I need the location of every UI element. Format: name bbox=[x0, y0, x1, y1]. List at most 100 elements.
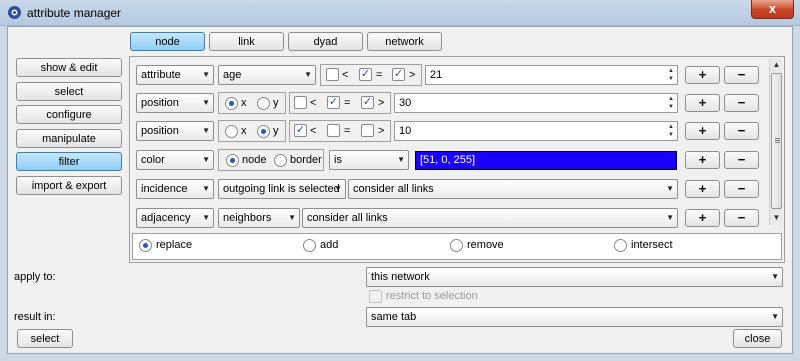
chevron-down-icon: ▼ bbox=[202, 98, 210, 107]
row1-value-input[interactable]: 21 ▲ ▼ bbox=[425, 65, 678, 85]
row3-gt-checkbox[interactable] bbox=[361, 124, 374, 137]
grip-icon bbox=[775, 138, 780, 139]
mode-replace-radio[interactable] bbox=[139, 239, 152, 252]
scrollbar-thumb[interactable] bbox=[771, 73, 782, 209]
row4-border-radio[interactable] bbox=[274, 154, 287, 167]
row6-scope-dropdown[interactable]: consider all links ▼ bbox=[302, 208, 678, 228]
row2-type-label: position bbox=[141, 97, 179, 109]
row4-color-text: [51, 0, 255] bbox=[420, 154, 476, 166]
row2-value-text: 30 bbox=[399, 97, 412, 109]
row3-remove-button[interactable]: − bbox=[724, 122, 759, 140]
chevron-down-icon: ▼ bbox=[202, 126, 210, 135]
sidebar-manipulate[interactable]: manipulate bbox=[16, 129, 122, 148]
row6-type-dropdown[interactable]: adjacency ▼ bbox=[136, 208, 214, 228]
row2-x-label: x bbox=[241, 97, 247, 109]
apply-to-label: apply to: bbox=[14, 271, 56, 283]
row4-op-dropdown[interactable]: is ▼ bbox=[329, 150, 409, 170]
row6-which-dropdown[interactable]: neighbors ▼ bbox=[218, 208, 300, 228]
row1-lt-label: < bbox=[342, 69, 349, 81]
row5-scope-dropdown[interactable]: consider all links ▼ bbox=[348, 179, 678, 199]
row2-eq-checkbox[interactable]: ✓ bbox=[327, 96, 340, 109]
mode-intersect-radio[interactable] bbox=[614, 239, 627, 252]
sidebar-import-export[interactable]: import & export bbox=[16, 176, 122, 195]
result-in-dropdown[interactable]: same tab ▼ bbox=[366, 307, 783, 327]
row2-lt-checkbox[interactable] bbox=[294, 96, 307, 109]
row5-add-button[interactable]: + bbox=[685, 180, 720, 198]
row4-type-dropdown[interactable]: color ▼ bbox=[136, 150, 214, 170]
title-bar: attribute manager x bbox=[0, 0, 800, 26]
spin-icon[interactable]: ▲ ▼ bbox=[666, 67, 676, 83]
row1-add-button[interactable]: + bbox=[685, 66, 720, 84]
chevron-down-icon: ▼ bbox=[288, 213, 296, 222]
row6-scope-label: consider all links bbox=[307, 212, 388, 224]
select-button[interactable]: select bbox=[17, 329, 73, 348]
row1-lt-checkbox[interactable] bbox=[326, 68, 339, 81]
row5-which-dropdown[interactable]: outgoing link is selected ▼ bbox=[218, 179, 346, 199]
row3-x-radio[interactable] bbox=[225, 125, 238, 138]
row3-value-input[interactable]: 10 ▲ ▼ bbox=[394, 121, 678, 141]
mode-remove-radio[interactable] bbox=[450, 239, 463, 252]
row2-remove-button[interactable]: − bbox=[724, 94, 759, 112]
spin-icon[interactable]: ▲ ▼ bbox=[666, 123, 676, 139]
close-button[interactable]: close bbox=[733, 329, 782, 348]
apply-to-value: this network bbox=[371, 271, 430, 283]
row4-remove-button[interactable]: − bbox=[724, 151, 759, 169]
grip-icon bbox=[775, 140, 780, 141]
row3-y-radio[interactable] bbox=[257, 125, 270, 138]
row6-remove-button[interactable]: − bbox=[724, 209, 759, 227]
row2-gt-checkbox[interactable]: ✓ bbox=[361, 96, 374, 109]
mode-add-radio[interactable] bbox=[303, 239, 316, 252]
scroll-down-icon[interactable]: ▼ bbox=[770, 212, 783, 224]
row5-remove-button[interactable]: − bbox=[724, 180, 759, 198]
row6-add-button[interactable]: + bbox=[685, 209, 720, 227]
row3-type-dropdown[interactable]: position ▼ bbox=[136, 121, 214, 141]
scroll-up-icon[interactable]: ▲ bbox=[770, 59, 783, 71]
row1-attr-dropdown[interactable]: age ▼ bbox=[218, 65, 316, 85]
restrict-checkbox[interactable] bbox=[369, 290, 382, 303]
row4-color-value[interactable]: [51, 0, 255] bbox=[415, 151, 677, 170]
row4-type-label: color bbox=[141, 154, 165, 166]
row3-y-label: y bbox=[273, 125, 279, 137]
rows-scrollbar[interactable]: ▲ ▼ bbox=[769, 59, 782, 225]
chevron-down-icon: ▼ bbox=[202, 213, 210, 222]
row4-add-button[interactable]: + bbox=[685, 151, 720, 169]
row4-border-label: border bbox=[290, 154, 322, 166]
row4-node-radio[interactable] bbox=[226, 154, 239, 167]
chevron-down-icon: ▼ bbox=[666, 184, 674, 193]
row1-remove-button[interactable]: − bbox=[724, 66, 759, 84]
row1-eq-checkbox[interactable]: ✓ bbox=[359, 68, 372, 81]
window-close-button[interactable]: x bbox=[751, 0, 794, 19]
row4-node-label: node bbox=[242, 154, 267, 166]
row3-type-label: position bbox=[141, 125, 179, 137]
chevron-down-icon: ▼ bbox=[771, 312, 779, 321]
row1-type-dropdown[interactable]: attribute ▼ bbox=[136, 65, 214, 85]
sidebar-show-edit[interactable]: show & edit bbox=[16, 58, 122, 77]
row3-lt-checkbox[interactable]: ✓ bbox=[294, 124, 307, 137]
row2-type-dropdown[interactable]: position ▼ bbox=[136, 93, 214, 113]
row6-type-label: adjacency bbox=[141, 212, 191, 224]
row1-gt-checkbox[interactable]: ✓ bbox=[392, 68, 405, 81]
mode-remove-label: remove bbox=[467, 239, 504, 251]
sidebar-select[interactable]: select bbox=[16, 82, 122, 101]
sidebar-configure[interactable]: configure bbox=[16, 105, 122, 124]
spin-icon[interactable]: ▲ ▼ bbox=[666, 95, 676, 111]
chevron-down-icon: ▼ bbox=[304, 70, 312, 79]
row2-add-button[interactable]: + bbox=[685, 94, 720, 112]
tab-network[interactable]: network bbox=[367, 32, 442, 51]
row5-which-label: outgoing link is selected bbox=[223, 183, 340, 195]
row3-eq-checkbox[interactable] bbox=[327, 124, 340, 137]
tab-node[interactable]: node bbox=[130, 32, 205, 51]
window-title: attribute manager bbox=[27, 6, 122, 20]
mode-replace-label: replace bbox=[156, 239, 193, 251]
tab-link[interactable]: link bbox=[209, 32, 284, 51]
row1-attr-label: age bbox=[223, 69, 242, 81]
row2-x-radio[interactable] bbox=[225, 97, 238, 110]
tab-dyad[interactable]: dyad bbox=[288, 32, 363, 51]
row2-value-input[interactable]: 30 ▲ ▼ bbox=[394, 93, 678, 113]
sidebar-filter[interactable]: filter bbox=[16, 152, 122, 171]
row3-add-button[interactable]: + bbox=[685, 122, 720, 140]
row5-type-dropdown[interactable]: incidence ▼ bbox=[136, 179, 214, 199]
row2-y-radio[interactable] bbox=[257, 97, 270, 110]
apply-to-dropdown[interactable]: this network ▼ bbox=[366, 267, 783, 287]
row5-scope-label: consider all links bbox=[353, 183, 434, 195]
